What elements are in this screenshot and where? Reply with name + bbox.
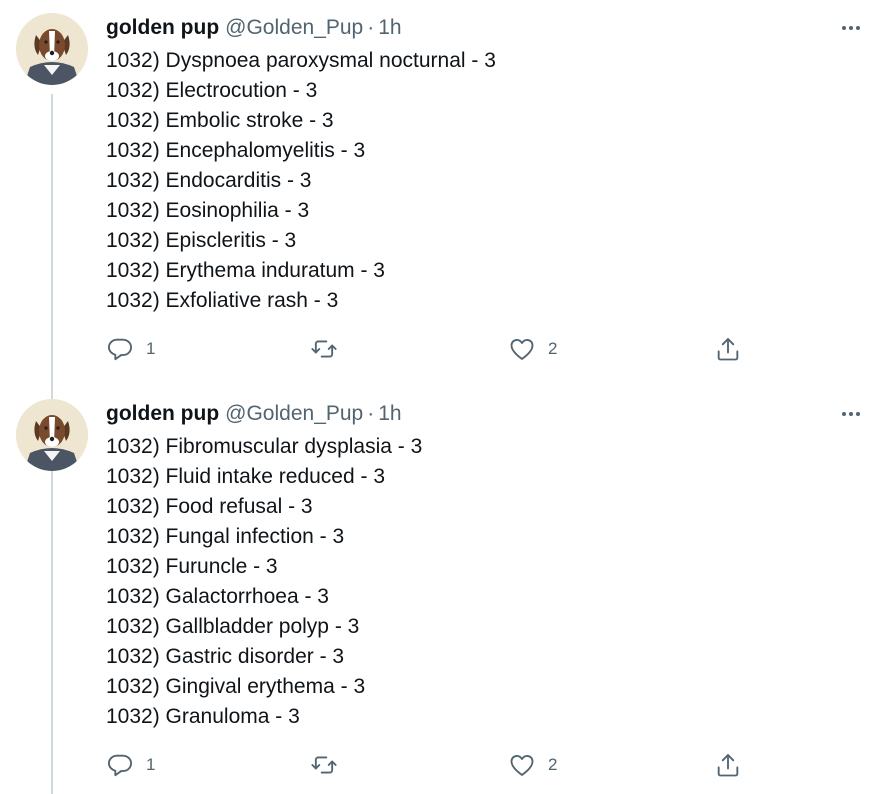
reply-button[interactable]: 1: [106, 333, 155, 365]
retweet-button[interactable]: [310, 749, 350, 781]
like-button[interactable]: 2: [508, 333, 557, 365]
separator: ·: [367, 402, 375, 425]
more-icon[interactable]: [836, 406, 866, 422]
heart-icon: [510, 338, 534, 360]
like-count: 2: [548, 755, 558, 774]
timestamp[interactable]: 1h: [378, 402, 401, 426]
user-handle[interactable]: @Golden_Pup: [225, 16, 363, 40]
tweet-text: 1032) Dyspnoea paroxysmal nocturnal - 3 …: [106, 46, 496, 316]
retweet-icon: [311, 340, 337, 358]
separator: ·: [367, 16, 375, 39]
tweet-line: 1032) Gallbladder polyp - 3: [106, 615, 360, 638]
tweet-line: 1032) Episcleritis - 3: [106, 229, 297, 252]
retweet-icon: [311, 756, 337, 774]
tweet-line: 1032) Food refusal - 3: [106, 495, 313, 518]
tweet-text: 1032) Fibromuscular dysplasia - 3 1032) …: [106, 432, 422, 732]
tweet-header: golden pup @Golden_Pup · 1h: [106, 400, 402, 428]
tweet-line: 1032) Galactorrhoea - 3: [106, 585, 329, 608]
tweet-line: 1032) Dyspnoea paroxysmal nocturnal - 3: [106, 49, 496, 72]
reply-count: 1: [146, 339, 156, 358]
tweet-line: 1032) Gingival erythema - 3: [106, 675, 366, 698]
avatar[interactable]: [16, 13, 88, 85]
tweet-line: 1032) Eosinophilia - 3: [106, 199, 310, 222]
tweet-header: golden pup @Golden_Pup · 1h: [106, 14, 402, 42]
tweet-line: 1032) Fungal infection - 3: [106, 525, 345, 548]
display-name[interactable]: golden pup: [106, 402, 219, 426]
tweet-line: 1032) Erythema induratum - 3: [106, 259, 385, 282]
share-icon: [717, 754, 739, 777]
dog-avatar-image: [16, 399, 88, 471]
tweet-line: 1032) Gastric disorder - 3: [106, 645, 345, 668]
tweet-line: 1032) Embolic stroke - 3: [106, 109, 334, 132]
tweet-line: 1032) Fibromuscular dysplasia - 3: [106, 435, 423, 458]
avatar[interactable]: [16, 399, 88, 471]
tweet-line: 1032) Electrocution - 3: [106, 79, 318, 102]
tweet[interactable]: golden pup @Golden_Pup · 1h 1032) Fibrom…: [0, 386, 889, 794]
share-icon: [717, 338, 739, 361]
reply-icon: [107, 754, 133, 777]
more-icon[interactable]: [836, 20, 866, 36]
retweet-button[interactable]: [310, 333, 350, 365]
timestamp[interactable]: 1h: [378, 16, 401, 40]
display-name[interactable]: golden pup: [106, 16, 219, 40]
share-button[interactable]: [714, 333, 742, 365]
user-handle[interactable]: @Golden_Pup: [225, 402, 363, 426]
tweet-line: 1032) Granuloma - 3: [106, 705, 300, 728]
like-count: 2: [548, 339, 558, 358]
share-button[interactable]: [714, 749, 742, 781]
reply-button[interactable]: 1: [106, 749, 155, 781]
tweet-line: 1032) Fluid intake reduced - 3: [106, 465, 385, 488]
like-button[interactable]: 2: [508, 749, 557, 781]
tweet[interactable]: golden pup @Golden_Pup · 1h 1032) Dyspno…: [0, 0, 889, 385]
heart-icon: [510, 754, 534, 776]
reply-count: 1: [146, 755, 156, 774]
dog-avatar-image: [16, 13, 88, 85]
tweet-line: 1032) Endocarditis - 3: [106, 169, 312, 192]
reply-icon: [107, 338, 133, 361]
tweet-line: 1032) Furuncle - 3: [106, 555, 278, 578]
tweet-line: 1032) Encephalomyelitis - 3: [106, 139, 366, 162]
tweet-line: 1032) Exfoliative rash - 3: [106, 289, 339, 312]
